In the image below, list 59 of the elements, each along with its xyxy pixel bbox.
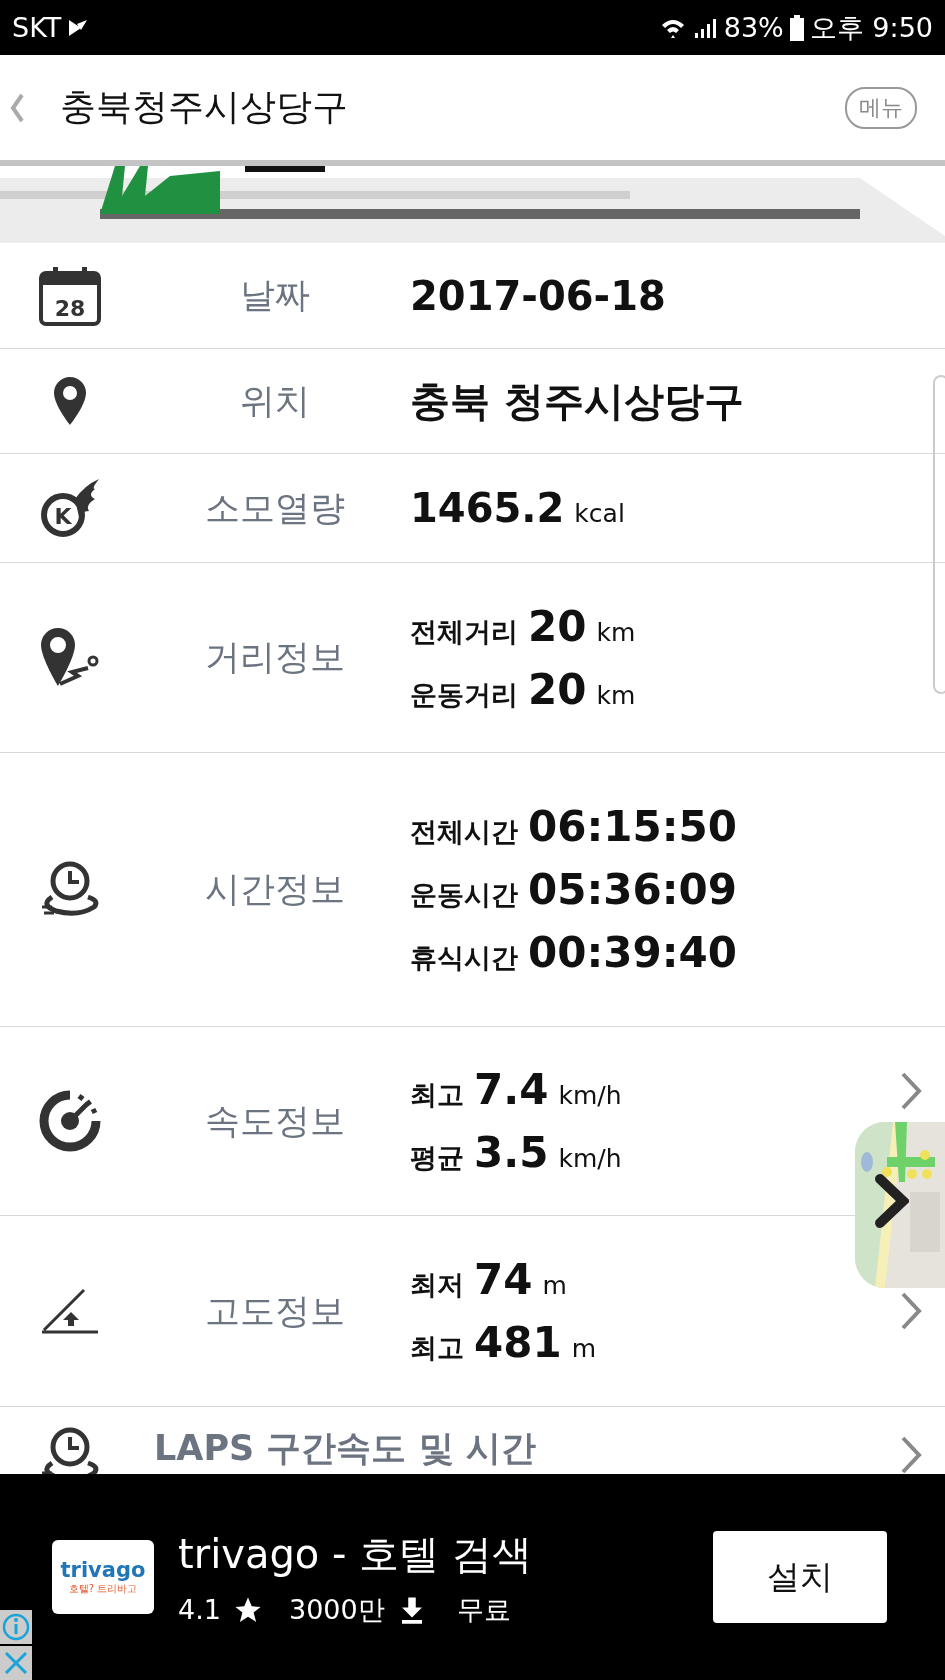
field-label: 고도정보 — [204, 1289, 346, 1333]
page-title: 충북청주시상당구 — [60, 85, 349, 129]
elevation-icon — [40, 1286, 100, 1336]
metric-value: 00:39:40 — [528, 928, 737, 977]
field-label: 날짜 — [239, 274, 311, 317]
app-logo[interactable]: trivago 호텔? 트리바고 — [52, 1540, 154, 1614]
field-label: 속도정보 — [204, 1099, 346, 1143]
metric-name: 운동거리 — [410, 677, 518, 712]
field-label: 위치 — [239, 379, 311, 423]
metric-name: 평균 — [410, 1141, 464, 1175]
unit-label: km — [596, 617, 636, 647]
field-value: 2017-06-18 — [410, 272, 666, 319]
metric-name: 전체시간 — [410, 815, 518, 849]
metric-name: 최저 — [410, 1268, 464, 1302]
field-label: 시간정보 — [204, 868, 346, 911]
metric-value: 74 — [474, 1255, 533, 1304]
back-icon[interactable] — [8, 91, 26, 124]
app-title[interactable]: trivago - 호텔 검색 — [178, 1526, 713, 1582]
metric-value: 20 — [528, 601, 587, 651]
install-button[interactable]: 설치 — [713, 1531, 887, 1623]
notification-icon — [67, 17, 90, 38]
menu-button[interactable]: 메뉴 — [845, 86, 917, 129]
logo-subtext: 호텔? 트리바고 — [68, 1582, 138, 1596]
metric-value: 06:15:50 — [528, 802, 737, 851]
logo-text: trivago — [60, 1558, 146, 1582]
metric-value: 05:36:09 — [528, 865, 737, 914]
metric-name: 최고 — [410, 1078, 464, 1112]
carrier-name: SKT — [12, 12, 62, 43]
unit-label: km/h — [558, 1144, 622, 1173]
price: 무료 — [456, 1592, 511, 1627]
metric-value: 20 — [528, 664, 587, 714]
metric-value: 7.4 — [474, 1065, 549, 1114]
battery-percent: 83% — [723, 12, 784, 43]
metric-value: 481 — [474, 1318, 562, 1367]
field-label: 거리정보 — [204, 636, 346, 679]
section-title[interactable]: LAPS 구간속도 및 시간 — [154, 1425, 536, 1472]
metric-name: 운동시간 — [410, 878, 518, 912]
clock: 오후 9:50 — [809, 10, 933, 45]
rating: 4.1 — [178, 1594, 221, 1625]
metric-name: 휴식시간 — [410, 941, 518, 975]
speedometer-icon — [39, 1090, 101, 1152]
info-icon[interactable] — [0, 1610, 32, 1644]
battery-icon — [789, 14, 804, 41]
download-count: 3000만 — [288, 1592, 385, 1627]
unit-label: m — [571, 1334, 597, 1363]
unit-label: km/h — [558, 1081, 622, 1110]
field-value: 1465.2 — [410, 485, 565, 531]
field-value: 충북 청주시상당구 — [410, 376, 744, 426]
metric-name: 최고 — [410, 1331, 464, 1365]
field-label: 소모열량 — [204, 486, 346, 530]
metric-value: 3.5 — [474, 1128, 549, 1177]
unit-label: m — [542, 1271, 567, 1300]
chevron-right-icon[interactable] — [899, 1435, 923, 1475]
unit-label: km — [596, 680, 636, 710]
map-pin-icon — [52, 375, 88, 427]
metric-name: 전체거리 — [410, 614, 518, 649]
close-icon[interactable] — [0, 1646, 32, 1680]
chevron-right-icon[interactable] — [875, 1174, 909, 1228]
unit-label: kcal — [574, 499, 625, 528]
